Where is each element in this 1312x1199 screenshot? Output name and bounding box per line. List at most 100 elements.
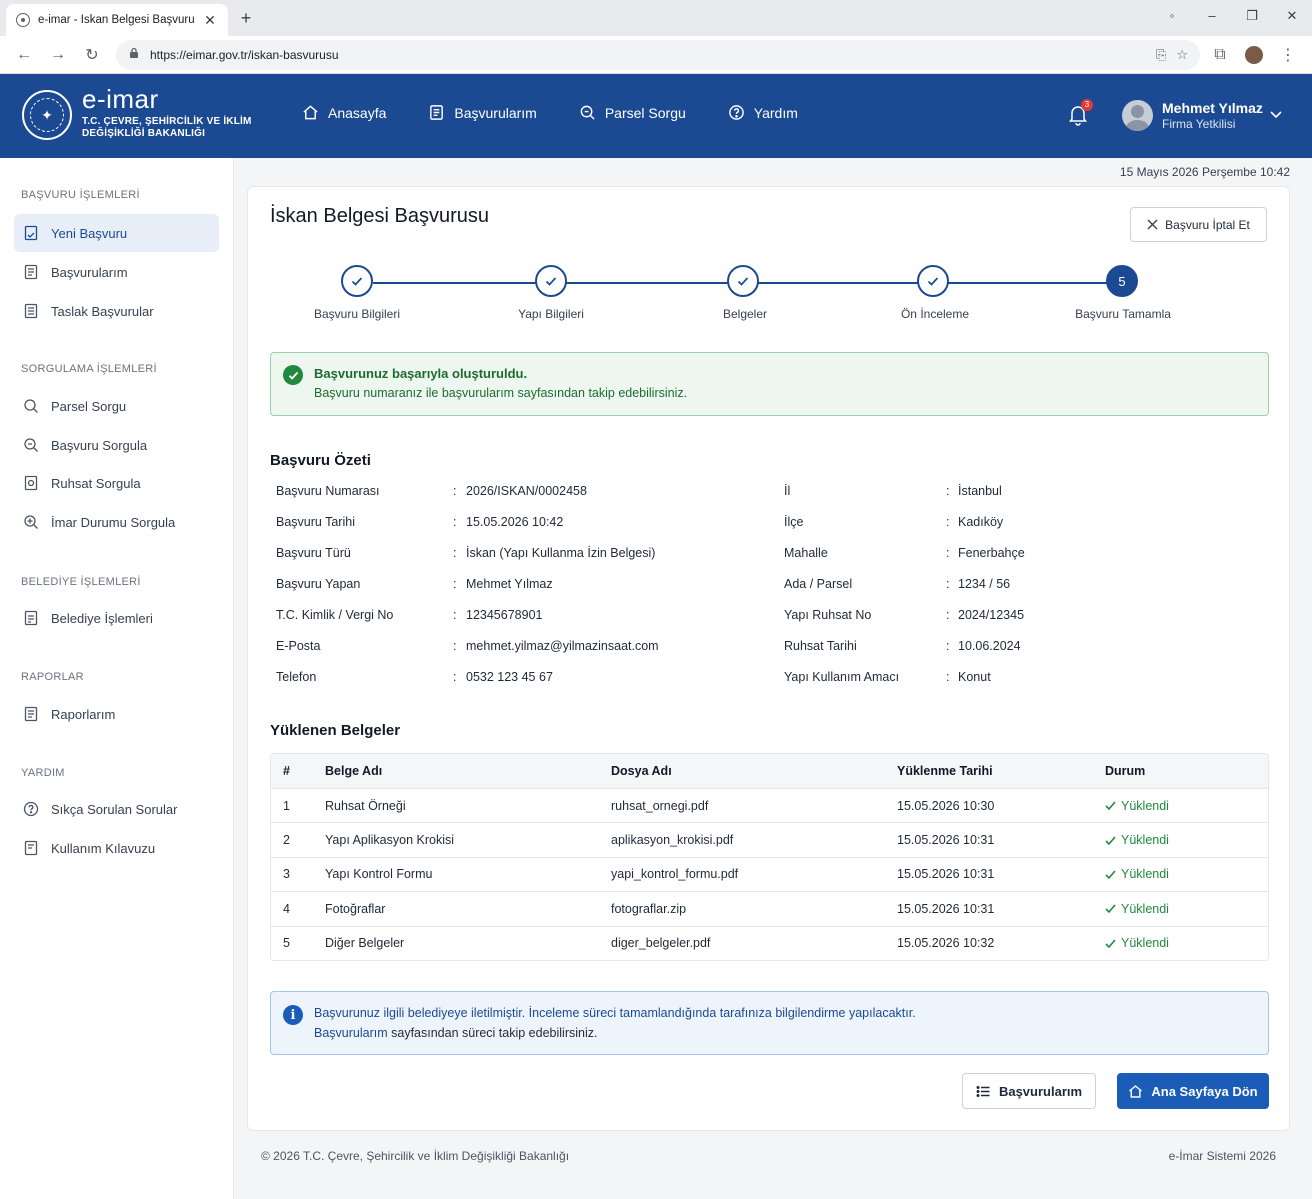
cancel-application-button[interactable]: Başvuru İptal Et xyxy=(1130,207,1267,242)
cell-file-name[interactable]: yapi_kontrol_formu.pdf xyxy=(611,867,897,881)
top-nav: Anasayfa Başvurularım Parsel Sorgu Yardı… xyxy=(302,104,798,121)
url-text[interactable]: https://eimar.gov.tr/iskan-basvurusu xyxy=(150,48,1146,62)
step-4-complete[interactable] xyxy=(917,265,949,297)
app-header: ✦ e-imar T.C. ÇEVRE, ŞEHİRCİLİK VE İKLİM… xyxy=(0,74,1312,158)
check-icon xyxy=(1105,904,1116,914)
cell-document-name: Diğer Belgeler xyxy=(325,936,405,951)
sidebar-item-permit-query[interactable]: Ruhsat Sorgula xyxy=(14,464,219,502)
sidebar-item-drafts[interactable]: Taslak Başvurular xyxy=(14,292,219,330)
extensions-icon[interactable]: ⧉ xyxy=(1206,41,1234,69)
step-label: Ön İnceleme xyxy=(900,307,970,321)
table-row[interactable]: 4 Fotoğraflar fotograflar.zip 15.05.2026 10… xyxy=(271,891,1268,925)
nav-parcel-query[interactable]: Parsel Sorgu xyxy=(579,104,686,121)
table-row[interactable]: 3 Yapı Kontrol Formu yapi_kontrol_formu.pd… xyxy=(271,856,1268,891)
summary-value: 15.05.2026 10:42 xyxy=(466,515,564,529)
user-avatar[interactable] xyxy=(1122,100,1153,131)
back-icon[interactable]: ← xyxy=(10,41,38,69)
summary-colon: : xyxy=(453,484,457,498)
window-close-icon[interactable]: ✕ xyxy=(1272,6,1312,26)
nav-applications[interactable]: Başvurularım xyxy=(428,104,537,121)
browser-menu-icon[interactable]: ⋮ xyxy=(1274,41,1302,69)
zoning-search-icon xyxy=(24,515,38,529)
brand-title[interactable]: e-imar xyxy=(82,84,159,115)
summary-value: Kadıköy xyxy=(958,515,1004,529)
status-badge: Yüklendi xyxy=(1105,833,1268,847)
cell-num: 3 xyxy=(283,867,290,882)
sidebar-item-applications[interactable]: Başvurularım xyxy=(14,253,219,291)
step-2-complete[interactable] xyxy=(535,265,567,297)
user-name[interactable]: Mehmet Yılmaz xyxy=(1162,100,1263,116)
sidebar-item-application-query[interactable]: Başvuru Sorgula xyxy=(14,426,219,464)
media-icon[interactable]: ◦ xyxy=(1152,6,1192,26)
sidebar-item-municipality[interactable]: Belediye İşlemleri xyxy=(14,599,219,637)
summary-colon: : xyxy=(946,639,950,653)
summary-colon: : xyxy=(946,608,950,622)
profile-icon[interactable] xyxy=(1240,41,1268,69)
cell-file-name[interactable]: aplikasyon_krokisi.pdf xyxy=(611,833,897,847)
my-applications-button[interactable]: Başvurularım xyxy=(962,1073,1096,1109)
site-info-icon[interactable] xyxy=(128,47,140,62)
main-card: İskan Belgesi Başvurusu Başvuru İptal Et… xyxy=(247,186,1290,1131)
sidebar-item-parcel-query[interactable]: Parsel Sorgu xyxy=(14,387,219,425)
url-bar[interactable]: https://eimar.gov.tr/iskan-basvurusu ⎘ ☆ xyxy=(116,39,1200,70)
home-icon xyxy=(1129,1084,1143,1098)
summary-colon: : xyxy=(453,515,457,529)
document-icon xyxy=(430,105,444,120)
nav-home[interactable]: Anasayfa xyxy=(302,104,386,121)
summary-label: İlçe xyxy=(784,515,804,529)
status-badge: Yüklendi xyxy=(1105,867,1268,881)
step-5-current[interactable]: 5 xyxy=(1106,265,1138,297)
list-document-icon xyxy=(24,264,38,280)
window-controls: ◦ – ❐ ✕ xyxy=(1152,6,1312,26)
summary-colon: : xyxy=(453,608,457,622)
table-row[interactable]: 5 Diğer Belgeler diger_belgeler.pdf 15.05.2… xyxy=(271,925,1268,960)
close-icon xyxy=(1147,219,1158,230)
restore-icon[interactable]: ❐ xyxy=(1232,6,1272,26)
question-icon xyxy=(23,801,39,817)
sidebar-item-faq[interactable]: Sıkça Sorulan Sorular xyxy=(14,790,219,828)
reload-icon[interactable]: ↻ xyxy=(78,41,106,69)
table-row[interactable]: 1 Ruhsat Örneği ruhsat_ornegi.pdf 15.05.202… xyxy=(271,788,1268,822)
check-icon xyxy=(1105,870,1116,880)
home-icon xyxy=(303,105,318,120)
summary-label: Yapı Ruhsat No xyxy=(784,608,872,622)
forward-icon[interactable]: → xyxy=(44,41,72,69)
nav-help[interactable]: Yardım xyxy=(728,104,798,121)
new-tab-icon[interactable]: + xyxy=(236,8,256,29)
step-1-complete[interactable] xyxy=(341,265,373,297)
summary-value: 2026/ISKAN/0002458 xyxy=(466,484,587,498)
sidebar-item-zoning-query[interactable]: İmar Durumu Sorgula xyxy=(14,503,219,541)
sidebar-item-reports[interactable]: Raporlarım xyxy=(14,695,219,733)
minimize-icon[interactable]: – xyxy=(1192,6,1232,26)
success-title: Başvurunuz başarıyla oluşturuldu. xyxy=(314,366,528,381)
sidebar-section-title: SORGULAMA İŞLEMLERİ xyxy=(21,363,157,375)
sidebar-item-new-application[interactable]: Yeni Başvuru xyxy=(14,214,219,252)
step-3-complete[interactable] xyxy=(727,265,759,297)
documents-table-body: 1 Ruhsat Örneği ruhsat_ornegi.pdf 15.05.202… xyxy=(271,788,1268,960)
summary-colon: : xyxy=(453,639,457,653)
cell-document-name: Fotoğraflar xyxy=(325,901,386,916)
ministry-seal-icon[interactable]: ✦ xyxy=(22,90,72,140)
summary-value: 1234 / 56 xyxy=(958,577,1011,591)
browser-tab[interactable]: e-imar - İskan Belgesi Başvurusu ✕ xyxy=(6,4,228,36)
search-document-icon xyxy=(24,438,38,452)
install-icon[interactable]: ⎘ xyxy=(1156,47,1166,63)
column-header: Belge Adı xyxy=(325,764,383,778)
summary-label: Telefon xyxy=(276,670,317,684)
check-icon xyxy=(1105,939,1116,948)
sidebar-item-user-guide[interactable]: Kullanım Kılavuzu xyxy=(14,829,219,867)
tab-close-icon[interactable]: ✕ xyxy=(202,12,218,29)
cell-file-name[interactable]: diger_belgeler.pdf xyxy=(611,936,897,950)
cell-file-name[interactable]: ruhsat_ornegi.pdf xyxy=(611,799,897,813)
info-alert: i Başvurunuz ilgili belediyeye iletilmiş… xyxy=(270,991,1269,1055)
back-to-home-button[interactable]: Ana Sayfaya Dön xyxy=(1117,1073,1269,1109)
bookmark-star-icon[interactable]: ☆ xyxy=(1176,47,1188,63)
cell-file-name[interactable]: fotograflar.zip xyxy=(611,902,897,916)
check-icon xyxy=(1105,801,1116,811)
draft-document-icon xyxy=(24,303,38,319)
chevron-down-icon[interactable] xyxy=(1270,108,1282,122)
summary-value: 2024/12345 xyxy=(958,608,1025,622)
table-row[interactable]: 2 Yapı Aplikasyon Krokisi aplikasyon_kroki… xyxy=(271,822,1268,856)
column-header: Dosya Adı xyxy=(611,764,672,778)
applications-link[interactable]: Başvurularım xyxy=(314,1026,388,1040)
